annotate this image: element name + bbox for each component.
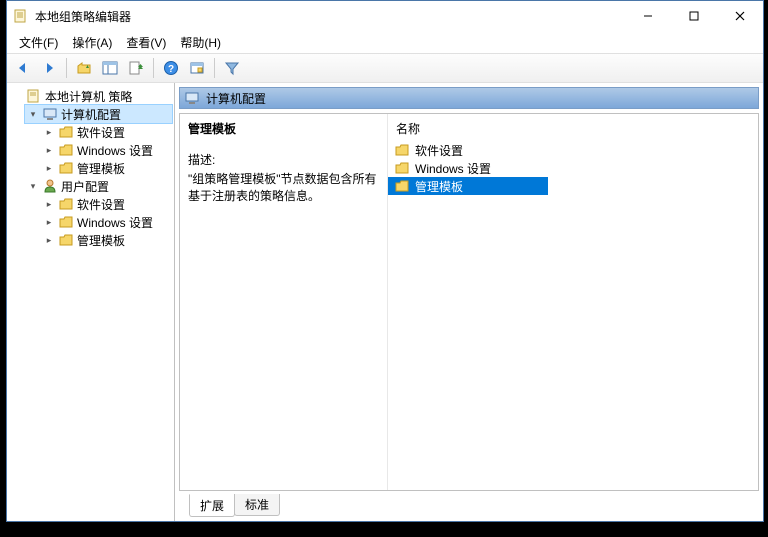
folder-icon bbox=[58, 142, 74, 158]
menu-action[interactable]: 操作(A) bbox=[66, 32, 118, 53]
detail-tabs: 扩展 标准 bbox=[179, 495, 759, 517]
tree-label: 本地计算机 策略 bbox=[45, 88, 132, 105]
properties-button[interactable] bbox=[185, 56, 209, 80]
detail-header: 计算机配置 bbox=[179, 87, 759, 109]
user-icon bbox=[42, 178, 58, 194]
column-header-name[interactable]: 名称 bbox=[388, 116, 758, 141]
policy-icon bbox=[26, 88, 42, 104]
detail-header-label: 计算机配置 bbox=[206, 90, 266, 107]
window-controls bbox=[625, 1, 763, 31]
chevron-right-icon[interactable]: ▸ bbox=[43, 198, 55, 210]
svg-text:?: ? bbox=[168, 64, 174, 75]
chevron-right-icon[interactable]: ▸ bbox=[43, 126, 55, 138]
toolbar-separator bbox=[153, 58, 154, 78]
title-bar: 本地组策略编辑器 bbox=[7, 1, 763, 31]
chevron-right-icon[interactable]: ▸ bbox=[43, 234, 55, 246]
tree-admin-templates[interactable]: ▸ 管理模板 bbox=[41, 159, 172, 177]
detail-list-pane: 名称 软件设置 Windows 设置 bbox=[388, 114, 758, 490]
toolbar: ? bbox=[7, 53, 763, 83]
help-button[interactable]: ? bbox=[159, 56, 183, 80]
folder-icon bbox=[394, 160, 410, 176]
tree-computer-config[interactable]: ▾ 计算机配置 bbox=[25, 105, 172, 123]
export-button[interactable] bbox=[124, 56, 148, 80]
filter-button[interactable] bbox=[220, 56, 244, 80]
tree-user-admin-templates[interactable]: ▸ 管理模板 bbox=[41, 231, 172, 249]
tree-label: Windows 设置 bbox=[77, 214, 153, 231]
folder-icon bbox=[394, 142, 410, 158]
tree-label: Windows 设置 bbox=[77, 142, 153, 159]
chevron-right-icon[interactable]: ▸ bbox=[43, 162, 55, 174]
menu-bar: 文件(F) 操作(A) 查看(V) 帮助(H) bbox=[7, 31, 763, 53]
tree-user-config[interactable]: ▾ 用户配置 bbox=[25, 177, 172, 195]
toolbar-separator bbox=[66, 58, 67, 78]
description-label: 描述: bbox=[188, 151, 379, 168]
tree-root[interactable]: ▸ 本地计算机 策略 bbox=[9, 87, 172, 105]
maximize-button[interactable] bbox=[671, 1, 717, 31]
list-item[interactable]: Windows 设置 bbox=[388, 159, 758, 177]
description-text: "组策略管理模板"节点数据包含所有基于注册表的策略信息。 bbox=[188, 170, 379, 204]
folder-icon bbox=[58, 232, 74, 248]
detail-description-pane: 管理模板 描述: "组策略管理模板"节点数据包含所有基于注册表的策略信息。 bbox=[180, 114, 388, 490]
up-button[interactable] bbox=[72, 56, 96, 80]
back-button[interactable] bbox=[11, 56, 35, 80]
tab-extended[interactable]: 扩展 bbox=[189, 494, 235, 517]
tree-user-windows-settings[interactable]: ▸ Windows 设置 bbox=[41, 213, 172, 231]
menu-view[interactable]: 查看(V) bbox=[120, 32, 172, 53]
list-item-label: 管理模板 bbox=[415, 178, 463, 195]
tree-windows-settings[interactable]: ▸ Windows 设置 bbox=[41, 141, 172, 159]
detail-pane: 计算机配置 管理模板 描述: "组策略管理模板"节点数据包含所有基于注册表的策略… bbox=[175, 83, 763, 521]
list-item-label: 软件设置 bbox=[415, 142, 463, 159]
folder-icon bbox=[394, 178, 410, 194]
app-icon bbox=[13, 8, 29, 24]
tree-label: 软件设置 bbox=[77, 196, 125, 213]
computer-icon bbox=[42, 106, 58, 122]
toolbar-separator bbox=[214, 58, 215, 78]
detail-heading: 管理模板 bbox=[188, 120, 379, 137]
tree-user-software-settings[interactable]: ▸ 软件设置 bbox=[41, 195, 172, 213]
tree-label: 管理模板 bbox=[77, 232, 125, 249]
minimize-button[interactable] bbox=[625, 1, 671, 31]
tree-pane[interactable]: ▸ 本地计算机 策略 ▾ bbox=[7, 83, 175, 521]
tree-label: 计算机配置 bbox=[61, 106, 121, 123]
tab-standard[interactable]: 标准 bbox=[234, 494, 280, 516]
folder-icon bbox=[58, 160, 74, 176]
list-item-label: Windows 设置 bbox=[415, 160, 491, 177]
list-item[interactable]: 管理模板 bbox=[388, 177, 548, 195]
chevron-right-icon[interactable]: ▸ bbox=[43, 144, 55, 156]
tree-software-settings[interactable]: ▸ 软件设置 bbox=[41, 123, 172, 141]
folder-icon bbox=[58, 196, 74, 212]
folder-icon bbox=[58, 124, 74, 140]
app-window: 本地组策略编辑器 文件(F) 操作(A) 查看(V) 帮助(H) bbox=[6, 0, 764, 522]
menu-file[interactable]: 文件(F) bbox=[13, 32, 64, 53]
tree-label: 软件设置 bbox=[77, 124, 125, 141]
window-title: 本地组策略编辑器 bbox=[35, 8, 131, 25]
body: ▸ 本地计算机 策略 ▾ bbox=[7, 83, 763, 521]
folder-icon bbox=[58, 214, 74, 230]
forward-button[interactable] bbox=[37, 56, 61, 80]
menu-help[interactable]: 帮助(H) bbox=[174, 32, 227, 53]
list-item[interactable]: 软件设置 bbox=[388, 141, 758, 159]
computer-icon bbox=[184, 90, 200, 106]
chevron-down-icon[interactable]: ▾ bbox=[27, 108, 39, 120]
close-button[interactable] bbox=[717, 1, 763, 31]
show-hide-tree-button[interactable] bbox=[98, 56, 122, 80]
chevron-right-icon[interactable]: ▸ bbox=[43, 216, 55, 228]
tree-label: 用户配置 bbox=[61, 178, 109, 195]
tree-label: 管理模板 bbox=[77, 160, 125, 177]
chevron-down-icon[interactable]: ▾ bbox=[27, 180, 39, 192]
detail-body: 管理模板 描述: "组策略管理模板"节点数据包含所有基于注册表的策略信息。 名称… bbox=[179, 113, 759, 491]
